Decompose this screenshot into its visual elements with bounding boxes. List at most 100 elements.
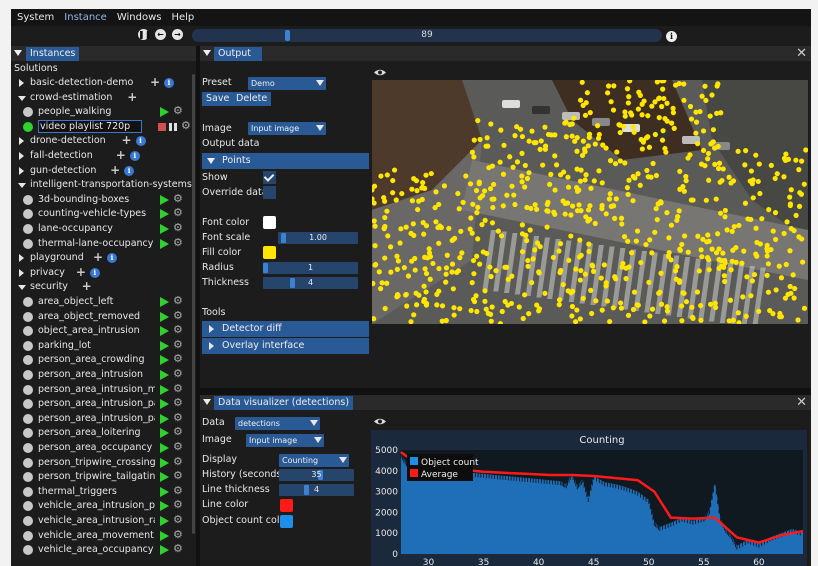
- play-icon[interactable]: [160, 340, 169, 351]
- tree-item[interactable]: 3d-bounding-boxes ⚙: [14, 192, 194, 207]
- rename-input[interactable]: video playlist 720p: [38, 119, 142, 133]
- tree-item[interactable]: person_tripwire_crossing ⚙: [14, 455, 194, 470]
- play-icon[interactable]: [160, 413, 169, 424]
- gear-icon[interactable]: ⚙: [181, 119, 191, 133]
- detector-diff-header[interactable]: Detector diff: [202, 321, 369, 337]
- gear-icon[interactable]: ⚙: [173, 352, 183, 366]
- tree-folder[interactable]: basic-detection-demo + i: [14, 76, 194, 90]
- chevron-right-icon[interactable]: [19, 152, 24, 160]
- play-icon[interactable]: [160, 443, 169, 453]
- menu-help[interactable]: Help: [171, 12, 194, 23]
- tree-item[interactable]: object_area_intrusion ⚙: [14, 323, 194, 338]
- info-icon[interactable]: i: [129, 151, 140, 161]
- close-icon[interactable]: ✕: [796, 46, 807, 61]
- tree-item[interactable]: person_area_intrusion_parkin ⚙: [14, 411, 194, 426]
- save-button[interactable]: Save: [202, 92, 234, 106]
- show-checkbox[interactable]: [263, 171, 276, 184]
- count-color-swatch[interactable]: [280, 515, 293, 528]
- data-select[interactable]: detections: [235, 417, 320, 430]
- info-icon[interactable]: i: [135, 136, 146, 147]
- chevron-down-icon[interactable]: [18, 95, 26, 101]
- gear-icon[interactable]: ⚙: [173, 236, 183, 250]
- tree-item[interactable]: person_area_crowding ⚙: [14, 352, 194, 367]
- play-icon[interactable]: [160, 326, 169, 337]
- menu-windows[interactable]: Windows: [117, 12, 162, 23]
- play-icon[interactable]: [160, 107, 169, 118]
- gear-icon[interactable]: ⚙: [173, 542, 183, 556]
- play-icon[interactable]: [160, 194, 169, 205]
- add-icon[interactable]: +: [110, 163, 120, 177]
- overlay-interface-header[interactable]: Overlay interface: [202, 338, 369, 354]
- tree-item[interactable]: video playlist 720p ⚙: [14, 119, 194, 134]
- tree-item[interactable]: person_area_loitering ⚙: [14, 425, 194, 440]
- history-slider[interactable]: 35: [279, 469, 354, 481]
- tab-instances[interactable]: Instances: [26, 47, 80, 61]
- menu-system[interactable]: System: [17, 12, 54, 23]
- tree-item[interactable]: lane-occupancy ⚙: [14, 221, 194, 236]
- play-icon[interactable]: [160, 457, 169, 468]
- info-icon[interactable]: i: [666, 31, 677, 42]
- tree-item[interactable]: vehicle_area_intrusion_rain ⚙: [14, 513, 194, 528]
- gear-icon[interactable]: ⚙: [173, 206, 183, 220]
- tree-item[interactable]: thermal_triggers ⚙: [14, 484, 194, 499]
- gear-icon[interactable]: ⚙: [173, 425, 183, 439]
- tree-folder[interactable]: crowd-estimation +: [14, 90, 194, 105]
- add-icon[interactable]: +: [127, 90, 137, 104]
- chevron-down-icon[interactable]: [18, 183, 26, 189]
- line-thickness-slider[interactable]: 4: [279, 484, 354, 496]
- tab-output[interactable]: Output: [214, 47, 262, 61]
- add-icon[interactable]: +: [82, 280, 92, 293]
- tree-item[interactable]: vehicle_area_occupancy ⚙: [14, 542, 194, 557]
- tree-item[interactable]: person_area_occupancy ⚙: [14, 440, 194, 455]
- stop-icon[interactable]: [158, 122, 166, 131]
- play-icon[interactable]: [160, 384, 169, 395]
- chevron-right-icon[interactable]: [19, 254, 24, 263]
- chevron-right-icon[interactable]: [19, 137, 24, 146]
- gear-icon[interactable]: ⚙: [173, 498, 183, 512]
- tree-item[interactable]: person_area_intrusion_motion ⚙: [14, 382, 194, 397]
- collapse-icon[interactable]: [14, 50, 22, 56]
- gear-icon[interactable]: ⚙: [173, 367, 183, 381]
- scrollbar[interactable]: [192, 74, 195, 534]
- info-icon[interactable]: i: [124, 165, 135, 176]
- gear-icon[interactable]: ⚙: [173, 440, 183, 454]
- tree-folder[interactable]: intelligent-transportation-systems+: [14, 178, 240, 192]
- tree-folder[interactable]: fall-detection + i: [14, 149, 194, 163]
- play-icon[interactable]: [160, 472, 169, 483]
- tree-item[interactable]: person_tripwire_tailgating ⚙: [14, 469, 194, 484]
- preset-select[interactable]: Demo: [248, 77, 326, 90]
- tree-folder[interactable]: gun-detection + i: [14, 163, 194, 178]
- play-icon[interactable]: [160, 501, 169, 512]
- gear-icon[interactable]: ⚙: [173, 396, 183, 410]
- tree-item[interactable]: counting-vehicle-types ⚙: [14, 206, 194, 221]
- splitter-horizontal[interactable]: [200, 388, 811, 395]
- tree-folder[interactable]: privacy + i: [14, 265, 194, 280]
- gear-icon[interactable]: ⚙: [173, 323, 183, 337]
- pause-icon[interactable]: [174, 122, 177, 131]
- gear-icon[interactable]: ⚙: [173, 104, 183, 118]
- add-icon[interactable]: +: [116, 149, 126, 162]
- tree-item[interactable]: thermal-lane-occupancy ⚙: [14, 236, 194, 251]
- points-header[interactable]: Points: [202, 153, 369, 169]
- play-icon[interactable]: [160, 311, 169, 322]
- frame-slider[interactable]: 89: [192, 29, 662, 42]
- fill-color-swatch[interactable]: [263, 246, 276, 259]
- collapse-icon[interactable]: [203, 50, 211, 56]
- play-icon[interactable]: [160, 428, 169, 439]
- font-color-swatch[interactable]: [263, 216, 276, 229]
- play-icon[interactable]: [160, 399, 169, 410]
- gear-icon[interactable]: ⚙: [173, 192, 183, 206]
- gear-icon[interactable]: ⚙: [173, 455, 183, 469]
- tree-folder[interactable]: playground + i: [14, 251, 194, 265]
- tree-item[interactable]: vehicle_area_intrusion_parkin ⚙: [14, 498, 194, 513]
- gear-icon[interactable]: ⚙: [173, 411, 183, 425]
- tree-item[interactable]: person_area_intrusion_parkin ⚙: [14, 396, 194, 411]
- delete-button[interactable]: Delete: [232, 92, 272, 106]
- close-icon[interactable]: ✕: [796, 395, 807, 410]
- override-checkbox[interactable]: [263, 186, 276, 199]
- step-forward-icon[interactable]: →: [172, 29, 183, 40]
- font-scale-slider[interactable]: 1.00: [278, 232, 358, 244]
- play-icon[interactable]: [160, 516, 169, 526]
- chevron-down-icon[interactable]: [18, 285, 26, 291]
- tree-item[interactable]: area_object_left ⚙: [14, 294, 194, 309]
